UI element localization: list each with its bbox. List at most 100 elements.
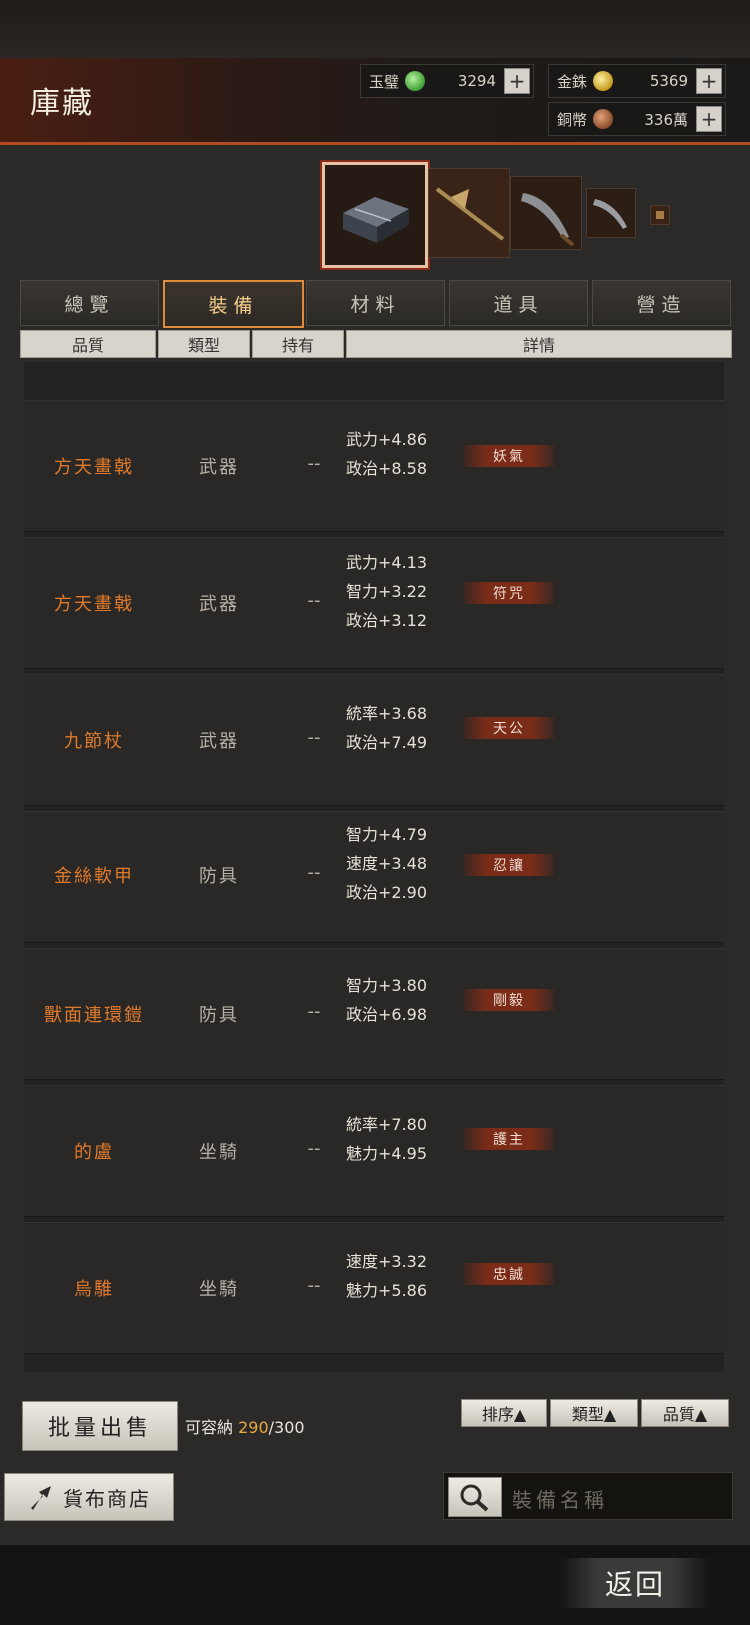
item-holder: --	[307, 1275, 321, 1296]
item-name: 方天畫戟	[54, 457, 134, 478]
page-title: 庫藏	[30, 86, 94, 121]
column-quality[interactable]: 品質	[20, 330, 156, 358]
stat-line: 魅力+4.95	[346, 1144, 428, 1163]
stat-line: 智力+3.22	[346, 582, 428, 601]
tab-items[interactable]: 道具	[449, 280, 588, 326]
item-stats: 武力+4.86 政治+8.58	[346, 425, 476, 483]
item-holder: --	[307, 1001, 321, 1022]
gold-coin-icon	[593, 71, 614, 91]
stat-line: 政治+8.58	[346, 459, 428, 478]
item-type: 防具	[199, 1005, 239, 1026]
list-item[interactable]: 方天畫戟 武器 -- 武力+4.86 政治+8.58 妖氣	[24, 400, 724, 532]
item-tag: 天公	[464, 717, 554, 739]
currency-jade: 玉璧 3294 +	[360, 64, 534, 98]
column-holder[interactable]: 持有	[252, 330, 344, 358]
item-holder: --	[307, 1138, 321, 1159]
currency-gold: 金銖 5369 +	[548, 64, 726, 98]
capacity-label: 可容納	[185, 1418, 234, 1437]
tab-equipment[interactable]: 裝備	[163, 280, 304, 328]
capacity-total: /300	[268, 1418, 305, 1437]
sword-thumbnail[interactable]	[586, 188, 636, 238]
stat-line: 政治+2.90	[346, 883, 428, 902]
stat-line: 政治+6.98	[346, 1005, 428, 1024]
currency-amount: 3294	[457, 72, 496, 90]
currency-name: 玉璧	[369, 72, 400, 91]
list-item[interactable]: 九節杖 武器 -- 統率+3.68 政治+7.49 天公	[24, 674, 724, 806]
search-bar[interactable]: 裝備名稱	[443, 1472, 733, 1520]
copper-coin-icon	[593, 109, 614, 129]
item-name: 烏騅	[74, 1279, 114, 1300]
item-holder: --	[307, 453, 321, 474]
add-gold-button[interactable]: +	[696, 68, 722, 94]
add-jade-button[interactable]: +	[504, 68, 530, 94]
item-tag: 符咒	[464, 582, 554, 604]
quality-sort-button[interactable]: 品質▲	[641, 1399, 729, 1427]
item-name: 金絲軟甲	[54, 866, 134, 887]
equipment-list[interactable]: 方天畫戟 武器 -- 武力+4.86 政治+8.58 妖氣 方天畫戟 武器 --…	[24, 362, 724, 1372]
item-stats: 統率+7.80 魅力+4.95	[346, 1110, 476, 1168]
back-button[interactable]: 返回	[560, 1558, 710, 1608]
stat-line: 統率+7.80	[346, 1115, 428, 1134]
item-tag: 剛毅	[464, 989, 554, 1011]
item-type: 坐騎	[199, 1279, 239, 1300]
item-holder: --	[307, 727, 321, 748]
search-button[interactable]	[448, 1477, 502, 1517]
list-item[interactable]: 金絲軟甲 防具 -- 智力+4.79 速度+3.48 政治+2.90 忍讓	[24, 811, 724, 943]
stat-line: 魅力+5.86	[346, 1281, 428, 1300]
column-type[interactable]: 類型	[158, 330, 250, 358]
item-stats: 速度+3.32 魅力+5.86	[346, 1247, 476, 1305]
tab-materials[interactable]: 材料	[306, 280, 445, 326]
item-tag: 妖氣	[464, 445, 554, 467]
stat-line: 統率+3.68	[346, 704, 428, 723]
chest-icon	[325, 165, 425, 265]
item-tag: 忠誠	[464, 1263, 554, 1285]
shop-arrow-icon	[31, 1486, 51, 1510]
stat-line: 政治+7.49	[346, 733, 428, 752]
blade-thumbnail[interactable]	[510, 176, 582, 250]
tab-overview[interactable]: 總覽	[20, 280, 159, 326]
list-item[interactable]: 烏騅 坐騎 -- 速度+3.32 魅力+5.86 忠誠	[24, 1222, 724, 1354]
capacity-used: 290	[238, 1418, 269, 1437]
currency-amount: 336萬	[644, 110, 688, 129]
batch-sell-button[interactable]: 批量出售	[22, 1401, 178, 1451]
halberd-thumbnail[interactable]	[428, 168, 510, 258]
type-sort-button[interactable]: 類型▲	[550, 1399, 638, 1427]
list-item[interactable]: 方天畫戟 武器 -- 武力+4.13 智力+3.22 政治+3.12 符咒	[24, 537, 724, 669]
item-holder: --	[307, 862, 321, 883]
item-icon	[651, 206, 669, 224]
column-details[interactable]: 詳情	[346, 330, 732, 358]
stat-line: 政治+3.12	[346, 611, 428, 630]
jade-coin-icon	[405, 71, 426, 91]
item-type: 武器	[199, 731, 239, 752]
item-stats: 武力+4.13 智力+3.22 政治+3.12	[346, 548, 476, 635]
search-icon	[460, 1484, 489, 1512]
list-item[interactable]: 獸面連環鎧 防具 -- 智力+3.80 政治+6.98 剛毅	[24, 948, 724, 1080]
chest-thumbnail[interactable]	[322, 162, 428, 268]
blade-icon	[511, 177, 581, 249]
item-type: 坐騎	[199, 1142, 239, 1163]
shop-button-label: 貨布商店	[63, 1486, 151, 1511]
item-type: 武器	[199, 594, 239, 615]
list-item[interactable]: 的盧 坐騎 -- 統率+7.80 魅力+4.95 護主	[24, 1085, 724, 1217]
currency-copper: 銅幣 336萬 +	[548, 102, 726, 136]
add-copper-button[interactable]: +	[696, 106, 722, 132]
item-name: 九節杖	[64, 731, 124, 752]
item-holder: --	[307, 590, 321, 611]
item-name: 的盧	[74, 1142, 114, 1163]
sword-icon	[587, 189, 635, 237]
item-stats: 智力+4.79 速度+3.48 政治+2.90	[346, 820, 476, 907]
currency-shop-button[interactable]: 貨布商店	[4, 1473, 174, 1521]
item-tag: 護主	[464, 1128, 554, 1150]
currency-name: 銅幣	[557, 110, 588, 129]
item-type: 防具	[199, 866, 239, 887]
item-name: 獸面連環鎧	[44, 1005, 144, 1026]
sort-button[interactable]: 排序▲	[461, 1399, 547, 1427]
search-input[interactable]: 裝備名稱	[512, 1484, 608, 1513]
top-decoration-bar	[0, 0, 750, 58]
stat-line: 武力+4.86	[346, 430, 428, 449]
small-item-thumbnail[interactable]	[650, 205, 670, 225]
item-name: 方天畫戟	[54, 594, 134, 615]
tab-construction[interactable]: 營造	[592, 280, 731, 326]
currency-name: 金銖	[557, 72, 588, 91]
stat-line: 武力+4.13	[346, 553, 428, 572]
